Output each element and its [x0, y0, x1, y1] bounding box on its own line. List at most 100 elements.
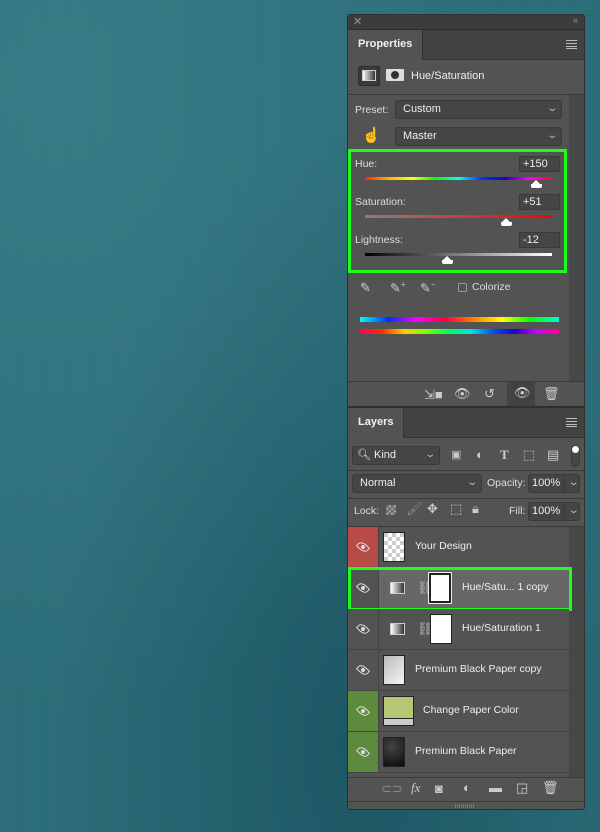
layer-name: Premium Black Paper — [415, 745, 517, 757]
lightness-input[interactable]: -12 — [519, 232, 560, 248]
filter-type-icon[interactable]: T — [500, 447, 509, 463]
blend-mode-value: Normal — [360, 477, 396, 489]
panel-menu-icon[interactable] — [566, 418, 577, 427]
layer-name: Premium Black Paper copy — [415, 663, 542, 675]
search-icon: 🔍︎ — [357, 449, 371, 461]
opacity-label: Opacity: — [487, 477, 526, 489]
visibility-toggle[interactable] — [348, 609, 379, 649]
layer-row[interactable]: Change Paper Color — [348, 691, 569, 732]
eyedropper-icon[interactable]: ✎ — [360, 280, 371, 296]
adjustment-layer-icon — [390, 623, 405, 635]
hue-slider-track[interactable] — [365, 177, 552, 180]
properties-tabbar: Properties — [348, 30, 584, 60]
channel-dropdown[interactable]: Master ⌄ — [395, 127, 562, 146]
toggle-visibility-button[interactable]: 👁 — [507, 382, 535, 406]
chevron-down-icon: ⌄ — [423, 449, 436, 460]
layer-name: Change Paper Color — [423, 704, 519, 716]
lightness-slider-thumb[interactable] — [441, 256, 453, 264]
opacity-input[interactable]: 100% ⌄ — [528, 474, 580, 493]
close-icon[interactable]: ✕ — [353, 15, 362, 28]
lock-move-icon[interactable]: ✥ — [427, 501, 438, 517]
chevron-down-icon[interactable]: ⌄ — [563, 502, 579, 519]
chevron-down-icon[interactable]: ⌄ — [563, 474, 579, 491]
saturation-slider-thumb[interactable] — [500, 218, 512, 226]
panel-menu-icon[interactable] — [566, 40, 577, 49]
hue-input[interactable]: +150 — [519, 156, 560, 172]
filter-kind-value: Kind — [374, 449, 397, 461]
lock-artboard-icon[interactable]: ⬚ — [450, 501, 462, 517]
adjustment-title: Hue/Saturation — [411, 70, 485, 82]
filter-kind-dropdown[interactable]: 🔍︎ Kind ⌄ — [352, 446, 440, 465]
source-color-bar — [360, 317, 559, 322]
eyedropper-minus-icon[interactable]: ✎− — [420, 280, 436, 296]
lock-transparent-icon[interactable] — [386, 505, 396, 515]
filter-pixel-icon[interactable]: ▣ — [451, 448, 461, 461]
filter-smart-object-icon[interactable]: ▤ — [547, 447, 559, 463]
clip-to-layer-icon[interactable]: ⇲■ — [424, 387, 443, 403]
result-color-bar — [360, 329, 559, 334]
fx-icon[interactable]: fx — [411, 780, 420, 796]
chevron-down-icon: ⌄ — [465, 477, 478, 488]
lightness-slider-track[interactable] — [365, 253, 552, 256]
selected-layer-highlight — [348, 567, 572, 611]
preset-dropdown[interactable]: Custom ⌄ — [395, 100, 562, 119]
channel-value: Master — [403, 130, 437, 142]
resize-grip[interactable] — [455, 804, 475, 808]
layer-row[interactable]: Premium Black Paper — [348, 732, 569, 773]
layers-scrollbar[interactable] — [569, 527, 584, 777]
new-adjustment-icon[interactable]: ◐ — [463, 780, 471, 795]
eye-icon: 👁 — [514, 385, 531, 400]
saturation-slider-track[interactable] — [365, 215, 552, 218]
blend-mode-dropdown[interactable]: Normal ⌄ — [352, 474, 482, 493]
layer-row[interactable]: Your Design — [348, 527, 569, 568]
view-previous-state-icon[interactable]: 👁 — [454, 386, 471, 402]
saturation-label: Saturation: — [355, 196, 406, 208]
panel-dock: ✕ ‹‹ Properties Hue/Saturation Preset: C… — [347, 14, 585, 810]
properties-scrollbar[interactable] — [569, 95, 584, 381]
add-mask-icon[interactable]: ◙ — [435, 781, 443, 796]
mask-icon[interactable] — [386, 69, 404, 81]
visibility-toggle[interactable] — [348, 527, 379, 567]
layer-thumbnail — [383, 737, 405, 767]
layers-tabbar: Layers — [348, 408, 584, 438]
saturation-input[interactable]: +51 — [519, 194, 560, 210]
visibility-toggle[interactable] — [348, 650, 379, 690]
hue-slider-thumb[interactable] — [530, 180, 542, 188]
hue-label: Hue: — [355, 158, 378, 170]
layer-mask-thumbnail[interactable] — [430, 614, 452, 644]
filter-adjustment-icon[interactable]: ◐ — [476, 447, 484, 462]
reset-icon[interactable]: ↺ — [484, 386, 495, 402]
chevron-down-icon: ⌄ — [545, 130, 558, 141]
layer-name: Your Design — [415, 540, 472, 552]
layer-row[interactable]: Premium Black Paper copy — [348, 650, 569, 691]
filter-shape-icon[interactable]: ⬚ — [523, 447, 535, 463]
colorize-checkbox[interactable] — [458, 283, 467, 292]
lightness-label: Lightness: — [355, 234, 403, 246]
layer-thumbnail — [383, 655, 405, 685]
visibility-toggle[interactable] — [348, 691, 379, 731]
lock-all-icon[interactable]: 🔒︎ — [472, 501, 479, 517]
collapse-icon[interactable]: ‹‹ — [573, 15, 578, 25]
filter-toggle[interactable] — [571, 445, 580, 467]
visibility-toggle[interactable] — [348, 732, 379, 772]
preset-label: Preset: — [355, 104, 389, 116]
new-layer-icon[interactable]: ◲ — [516, 780, 528, 796]
tab-properties[interactable]: Properties — [348, 30, 424, 60]
link-layers-icon[interactable]: ⊂⊃ — [381, 781, 403, 797]
layer-row[interactable]: ⛓ Hue/Saturation 1 — [348, 609, 569, 650]
lock-brush-icon[interactable]: 🖌︎ — [406, 501, 423, 517]
eyedropper-plus-icon[interactable]: ✎+ — [390, 280, 406, 296]
colorize-label: Colorize — [472, 281, 511, 293]
tab-layers[interactable]: Layers — [348, 408, 405, 438]
layer-name: Hue/Saturation 1 — [462, 622, 541, 634]
adjustment-type-icon[interactable] — [358, 66, 380, 86]
trash-icon[interactable]: 🗑 — [543, 386, 560, 402]
dock-titlebar: ✕ ‹‹ — [348, 15, 584, 30]
trash-icon[interactable]: 🗑 — [542, 780, 559, 796]
fill-input[interactable]: 100% ⌄ — [528, 502, 580, 521]
fill-label: Fill: — [509, 505, 526, 517]
opacity-value: 100% — [532, 477, 561, 489]
chevron-down-icon: ⌄ — [545, 103, 558, 114]
new-group-icon[interactable]: ▬ — [489, 780, 502, 795]
targeted-adjustment-hand-icon[interactable]: ☝ — [362, 126, 381, 144]
